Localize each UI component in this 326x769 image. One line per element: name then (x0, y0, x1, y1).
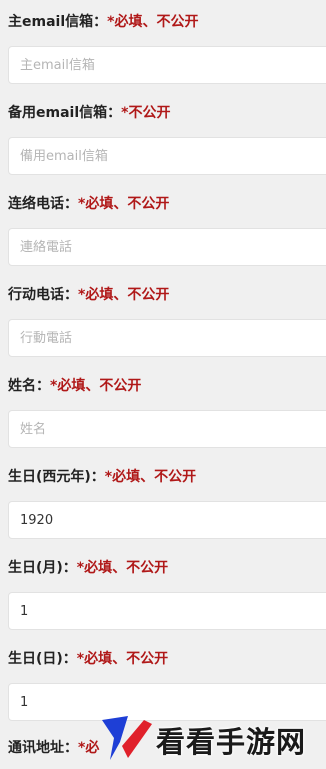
mobile-phone-input[interactable] (8, 319, 326, 357)
birth-month-input[interactable] (8, 592, 326, 630)
contact-phone-input[interactable] (8, 228, 326, 266)
required-note: *必填、不公开 (104, 469, 197, 485)
label-text: 连络电话： (8, 196, 78, 212)
required-note: *必填、不公开 (76, 651, 169, 667)
field-label: 连络电话：*必填、不公开 (8, 194, 169, 214)
name-input[interactable] (8, 410, 326, 448)
field-label: 备用email信箱：*不公开 (8, 103, 170, 123)
primary-email-input[interactable] (8, 46, 326, 84)
site-watermark: 看看手游网 (96, 708, 326, 769)
field-label: 行动电话：*必填、不公开 (8, 285, 169, 305)
required-note: *必填、不公开 (76, 560, 169, 576)
label-text: 通讯地址： (8, 740, 78, 756)
label-text: 生日(西元年)： (8, 469, 105, 485)
label-text: 生日(月)： (8, 560, 77, 576)
field-label: 生日(西元年)：*必填、不公开 (8, 467, 196, 487)
required-note: *不公开 (121, 105, 171, 121)
backup-email-input[interactable] (8, 137, 326, 175)
required-note: *必填、不公开 (107, 14, 199, 30)
field-label: 姓名：*必填、不公开 (8, 376, 141, 396)
registration-form: 主email信箱：*必填、不公开 备用email信箱：*不公开 连络电话：*必填… (0, 0, 326, 769)
field-label: 通讯地址：*必 (8, 738, 99, 758)
field-label: 主email信箱：*必填、不公开 (8, 12, 198, 32)
required-note: *必填、不公开 (78, 196, 170, 212)
required-note: *必填、不公开 (50, 378, 142, 394)
label-text: 行动电话： (8, 287, 78, 303)
label-text: 备用email信箱： (8, 105, 122, 121)
watermark-text: 看看手游网 (156, 725, 307, 759)
label-text: 生日(日)： (8, 651, 77, 667)
field-label: 生日(月)：*必填、不公开 (8, 558, 168, 578)
field-label: 生日(日)：*必填、不公开 (8, 649, 168, 669)
label-text: 主email信箱： (8, 14, 108, 30)
site-logo-icon (102, 716, 152, 760)
required-note: *必填、不公开 (78, 287, 170, 303)
birth-year-input[interactable] (8, 501, 326, 539)
label-text: 姓名： (8, 378, 50, 394)
